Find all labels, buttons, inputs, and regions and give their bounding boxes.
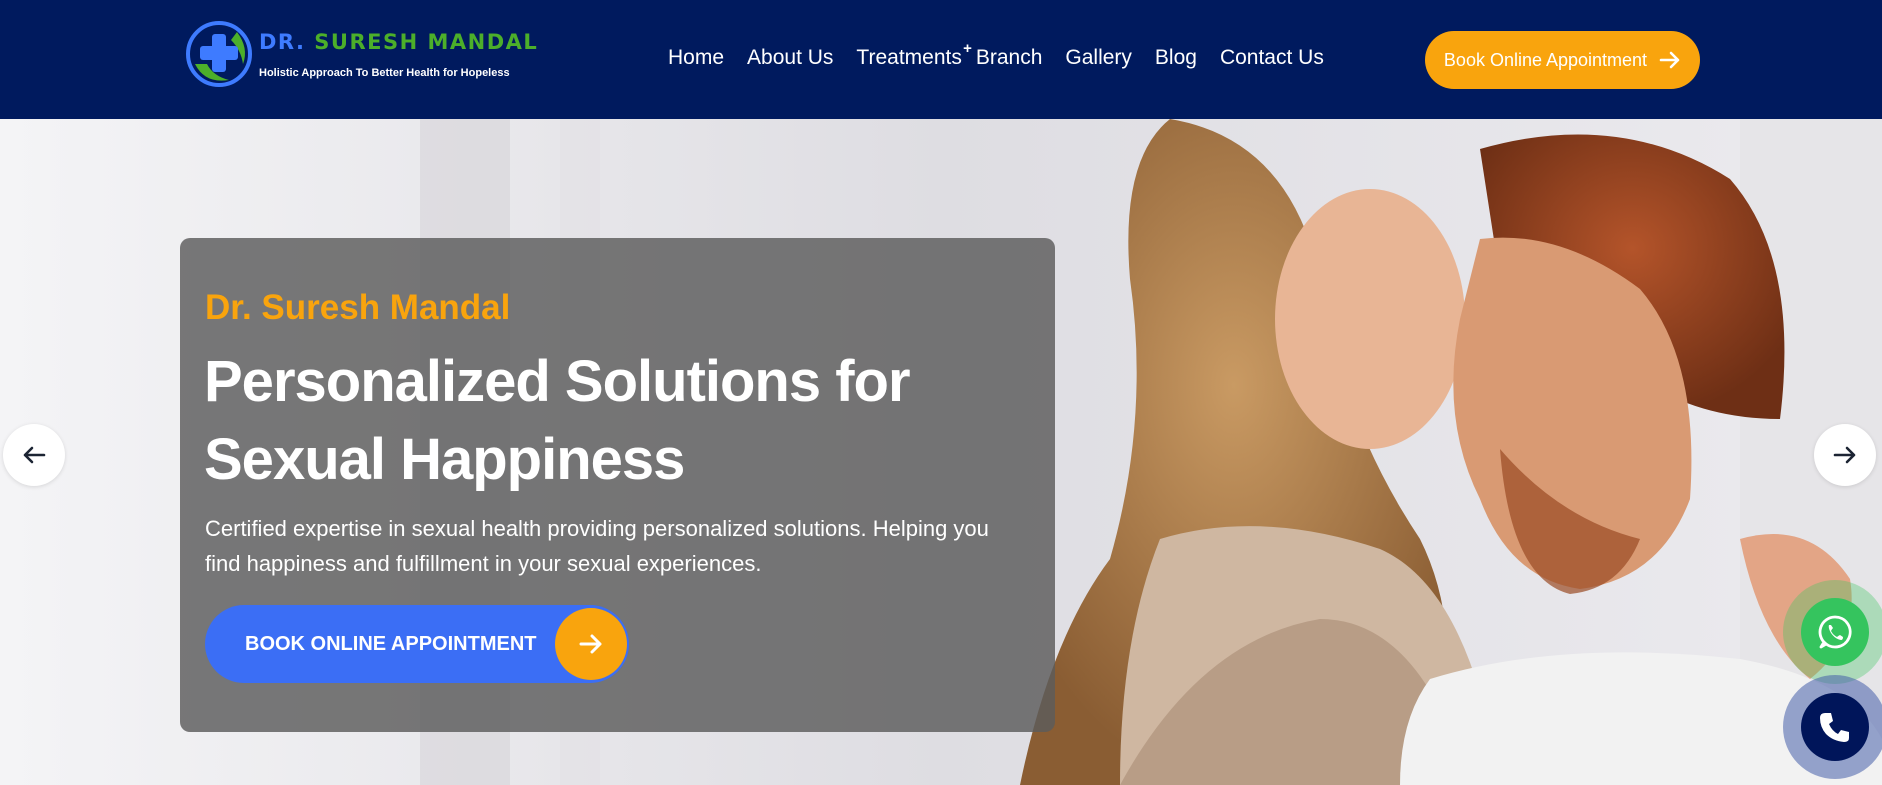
nav-blog[interactable]: Blog [1155, 46, 1197, 70]
logo-title-name: SURESH MANDAL [314, 30, 539, 54]
expand-plus-icon: + [963, 40, 972, 57]
phone-icon [1820, 713, 1849, 742]
arrow-right-icon [1833, 446, 1856, 464]
main-nav: Home About Us Treatments + Branch Gallery… [668, 40, 1347, 70]
nav-gallery[interactable]: Gallery [1065, 46, 1132, 70]
site-header: DR. SURESH MANDAL Holistic Approach To B… [0, 0, 1882, 119]
nav-treatments[interactable]: Treatments + [856, 40, 971, 70]
slider-prev-button[interactable] [3, 424, 65, 486]
logo-title: DR. SURESH MANDAL [259, 30, 538, 54]
hero-description: Certified expertise in sexual health pro… [205, 516, 989, 576]
logo-title-prefix: DR. [259, 30, 306, 54]
site-logo[interactable]: DR. SURESH MANDAL Holistic Approach To B… [185, 18, 537, 90]
hero-cta-label: BOOK ONLINE APPOINTMENT [245, 633, 537, 655]
header-cta-label: Book Online Appointment [1443, 49, 1648, 70]
arrow-right-icon [555, 608, 627, 680]
nav-contact-us[interactable]: Contact Us [1220, 46, 1324, 70]
nav-treatments-label: Treatments [856, 46, 962, 69]
hero-book-appointment-button[interactable]: BOOK ONLINE APPOINTMENT [205, 605, 629, 683]
whatsapp-button[interactable] [1801, 598, 1869, 666]
medical-cross-logo-icon [186, 21, 252, 87]
slider-next-button[interactable] [1814, 424, 1876, 486]
phone-call-button[interactable] [1801, 693, 1869, 761]
hero-slider: Dr. Suresh Mandal Personalized Solutions… [0, 119, 1882, 785]
hero-content-card: Dr. Suresh Mandal Personalized Solutions… [180, 238, 1055, 732]
arrow-right-icon [1659, 51, 1681, 69]
nav-about-us[interactable]: About Us [747, 46, 833, 70]
logo-tagline: Holistic Approach To Better Health for H… [259, 67, 510, 79]
arrow-left-icon [23, 446, 46, 464]
hero-eyebrow: Dr. Suresh Mandal [205, 288, 511, 327]
nav-branch[interactable]: Branch [976, 46, 1043, 70]
header-book-appointment-button[interactable]: Book Online Appointment [1425, 31, 1700, 89]
nav-home[interactable]: Home [668, 46, 724, 70]
whatsapp-icon [1818, 615, 1852, 649]
hero-title: Personalized Solutions for Sexual Happin… [204, 349, 911, 492]
